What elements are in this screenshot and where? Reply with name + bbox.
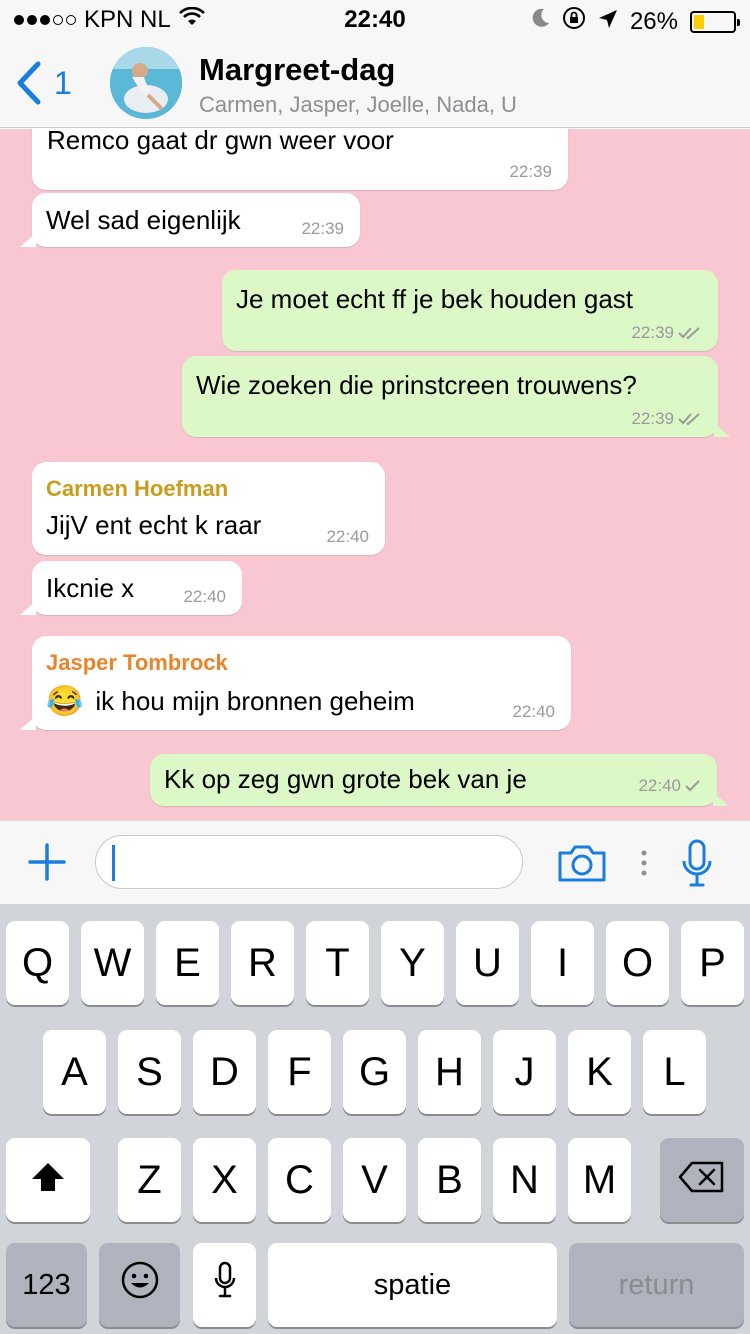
microphone-icon[interactable] (681, 839, 713, 894)
chevron-left-icon (14, 60, 42, 106)
message-text: Wel sad eigenlijk (46, 205, 241, 235)
message-time: 22:39 (509, 162, 552, 181)
sender-name[interactable]: Carmen Hoefman (46, 476, 371, 502)
message-time: 22:39 (631, 409, 674, 428)
status-bar: KPN NL 22:40 26% (0, 0, 750, 40)
message-time: 22:40 (512, 702, 555, 721)
return-key[interactable]: return (569, 1243, 744, 1327)
key-u[interactable]: U (456, 921, 519, 1005)
message-bubble[interactable]: Je moet echt ff je bek houden gast 22:39 (222, 270, 718, 351)
key-i[interactable]: I (531, 921, 594, 1005)
key-z[interactable]: Z (118, 1138, 181, 1222)
message-time-status: 22:39 (631, 409, 702, 429)
space-key[interactable]: spatie (268, 1243, 557, 1327)
dictation-key[interactable] (193, 1243, 256, 1327)
double-check-icon (678, 412, 702, 426)
sender-name[interactable]: Jasper Tombrock (46, 650, 557, 676)
key-r[interactable]: R (231, 921, 294, 1005)
battery-level (694, 14, 704, 29)
shift-key[interactable] (6, 1138, 90, 1222)
message-bubble[interactable]: Jasper Tombrock 😂 ik hou mijn bronnen ge… (20, 636, 571, 730)
message-time-status: 22:40 (638, 776, 701, 796)
back-button[interactable]: 1 (14, 60, 72, 106)
backspace-key[interactable] (660, 1138, 744, 1222)
message-input[interactable] (95, 835, 523, 889)
group-participants[interactable]: Carmen, Jasper, Joelle, Nada, U (199, 92, 517, 118)
message-time: 22:40 (638, 776, 681, 795)
key-e[interactable]: E (156, 921, 219, 1005)
smiley-icon (120, 1260, 160, 1310)
single-check-icon (685, 779, 701, 793)
location-arrow-icon (598, 8, 618, 36)
message-bubble[interactable]: Carmen Hoefman JijV ent echt k raar 22:4… (32, 462, 385, 555)
microphone-icon (213, 1261, 237, 1309)
message-text: Wie zoeken die prinstcreen trouwens? (196, 370, 637, 400)
key-s[interactable]: S (118, 1030, 181, 1114)
message-text: Kk op zeg gwn grote bek van je (164, 764, 527, 794)
key-f[interactable]: F (268, 1030, 331, 1114)
message-time-status: 22:39 (631, 323, 702, 343)
message-time: 22:39 (301, 219, 344, 238)
key-o[interactable]: O (606, 921, 669, 1005)
key-g[interactable]: G (343, 1030, 406, 1114)
message-text: Remco gaat dr gwn weer voor (47, 129, 394, 155)
numbers-key[interactable]: 123 (6, 1243, 87, 1327)
battery-percent: 26% (629, 7, 678, 35)
key-v[interactable]: V (343, 1138, 406, 1222)
key-j[interactable]: J (493, 1030, 556, 1114)
message-time: 22:40 (183, 587, 226, 606)
group-title[interactable]: Margreet-dag (199, 52, 395, 88)
message-text: Ikcnie x (46, 573, 135, 603)
message-text: ik hou mijn bronnen geheim (95, 686, 415, 716)
message-content: 😂 ik hou mijn bronnen geheim (46, 684, 557, 719)
key-a[interactable]: A (43, 1030, 106, 1114)
group-avatar[interactable] (110, 47, 182, 119)
key-k[interactable]: K (568, 1030, 631, 1114)
chat-area[interactable]: Remco gaat dr gwn weer voor 22:39 Wel sa… (0, 129, 750, 820)
key-h[interactable]: H (418, 1030, 481, 1114)
key-l[interactable]: L (643, 1030, 706, 1114)
key-d[interactable]: D (193, 1030, 256, 1114)
battery-icon (690, 10, 740, 33)
status-right: 26% (530, 6, 740, 37)
plus-icon[interactable] (28, 843, 66, 886)
message-text: Je moet echt ff je bek houden gast (236, 284, 634, 314)
emoji-key[interactable] (99, 1243, 180, 1327)
message-text: JijV ent echt k raar (46, 510, 262, 540)
key-w[interactable]: W (81, 921, 144, 1005)
unread-count: 1 (54, 64, 72, 101)
key-q[interactable]: Q (6, 921, 69, 1005)
key-n[interactable]: N (493, 1138, 556, 1222)
shift-icon (30, 1158, 66, 1203)
message-bubble[interactable]: Remco gaat dr gwn weer voor 22:39 (32, 129, 568, 190)
message-bubble[interactable]: Wel sad eigenlijk 22:39 (20, 193, 360, 247)
message-time: 22:40 (326, 527, 369, 546)
key-x[interactable]: X (193, 1138, 256, 1222)
moon-icon (530, 7, 550, 36)
message-bubble[interactable]: Kk op zeg gwn grote bek van je 22:40 (150, 754, 729, 806)
key-t[interactable]: T (306, 921, 369, 1005)
more-options-icon[interactable] (640, 849, 648, 882)
chat-header: 1 Margreet-dag Carmen, Jasper, Joelle, N… (0, 40, 750, 128)
key-p[interactable]: P (681, 921, 744, 1005)
tears-of-joy-emoji: 😂 (46, 685, 84, 718)
message-composer (0, 820, 750, 904)
key-b[interactable]: B (418, 1138, 481, 1222)
message-time: 22:39 (631, 323, 674, 342)
keyboard: Q W E R T Y U I O P A S D F G H J K L Z … (0, 904, 750, 1334)
message-bubble[interactable]: Ikcnie x 22:40 (20, 561, 242, 615)
key-y[interactable]: Y (381, 921, 444, 1005)
camera-icon[interactable] (557, 843, 607, 888)
key-c[interactable]: C (268, 1138, 331, 1222)
rotation-lock-icon (562, 6, 586, 37)
backspace-icon (678, 1158, 726, 1203)
text-caret (112, 845, 115, 881)
message-bubble[interactable]: Wie zoeken die prinstcreen trouwens? 22:… (182, 356, 730, 437)
key-m[interactable]: M (568, 1138, 631, 1222)
double-check-icon (678, 326, 702, 340)
